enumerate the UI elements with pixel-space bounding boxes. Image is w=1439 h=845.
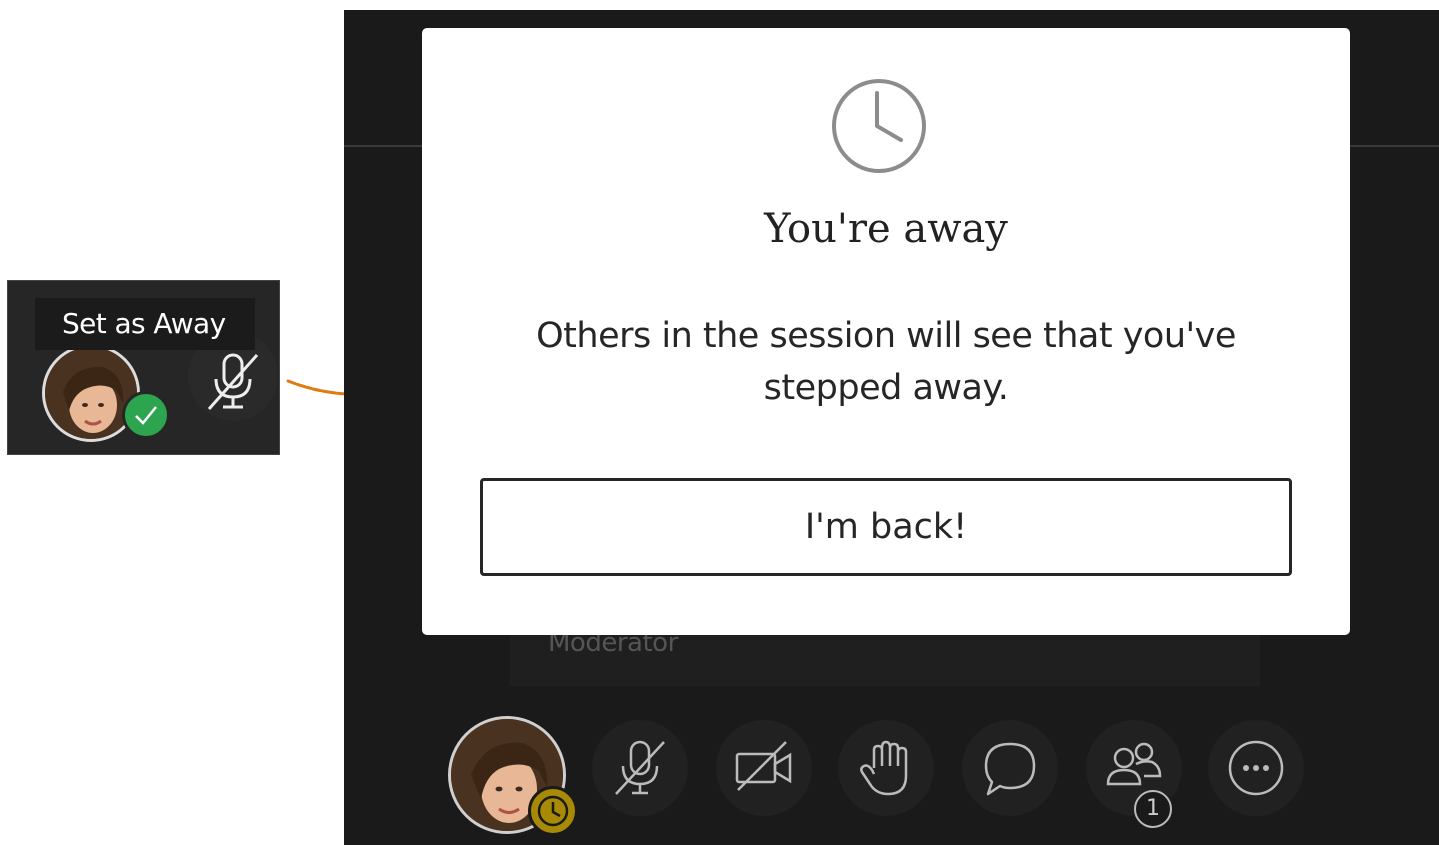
dialog-message: Others in the session will see that you'… (536, 316, 1236, 408)
toolbar-raise-hand-button[interactable] (838, 720, 934, 816)
away-status-badge (528, 786, 578, 836)
set-as-away-tooltip[interactable]: Set as Away (35, 298, 255, 350)
toolbar-more-button[interactable] (1208, 720, 1304, 816)
check-icon (135, 406, 157, 425)
im-back-button[interactable]: I'm back! (480, 478, 1292, 576)
chat-icon (984, 742, 1036, 796)
avatar-photo (45, 347, 137, 439)
session-toolbar: 1 (344, 710, 1439, 845)
mic-muted-icon[interactable] (205, 351, 261, 413)
away-dialog: You're away Others in the session will s… (422, 28, 1350, 635)
raise-hand-icon (860, 740, 908, 796)
toolbar-camera-button[interactable] (716, 720, 812, 816)
clock-icon (832, 79, 926, 173)
toolbar-chat-button[interactable] (962, 720, 1058, 816)
status-available-badge (122, 391, 170, 439)
set-away-callout: Set as Away (7, 280, 280, 455)
mic-muted-icon (615, 740, 665, 795)
camera-off-icon (735, 741, 792, 791)
more-icon (1228, 740, 1284, 796)
participants-count-badge: 1 (1134, 790, 1172, 828)
clock-icon (537, 795, 569, 827)
toolbar-mic-button[interactable] (592, 720, 688, 816)
dialog-title: You're away (764, 206, 1008, 252)
